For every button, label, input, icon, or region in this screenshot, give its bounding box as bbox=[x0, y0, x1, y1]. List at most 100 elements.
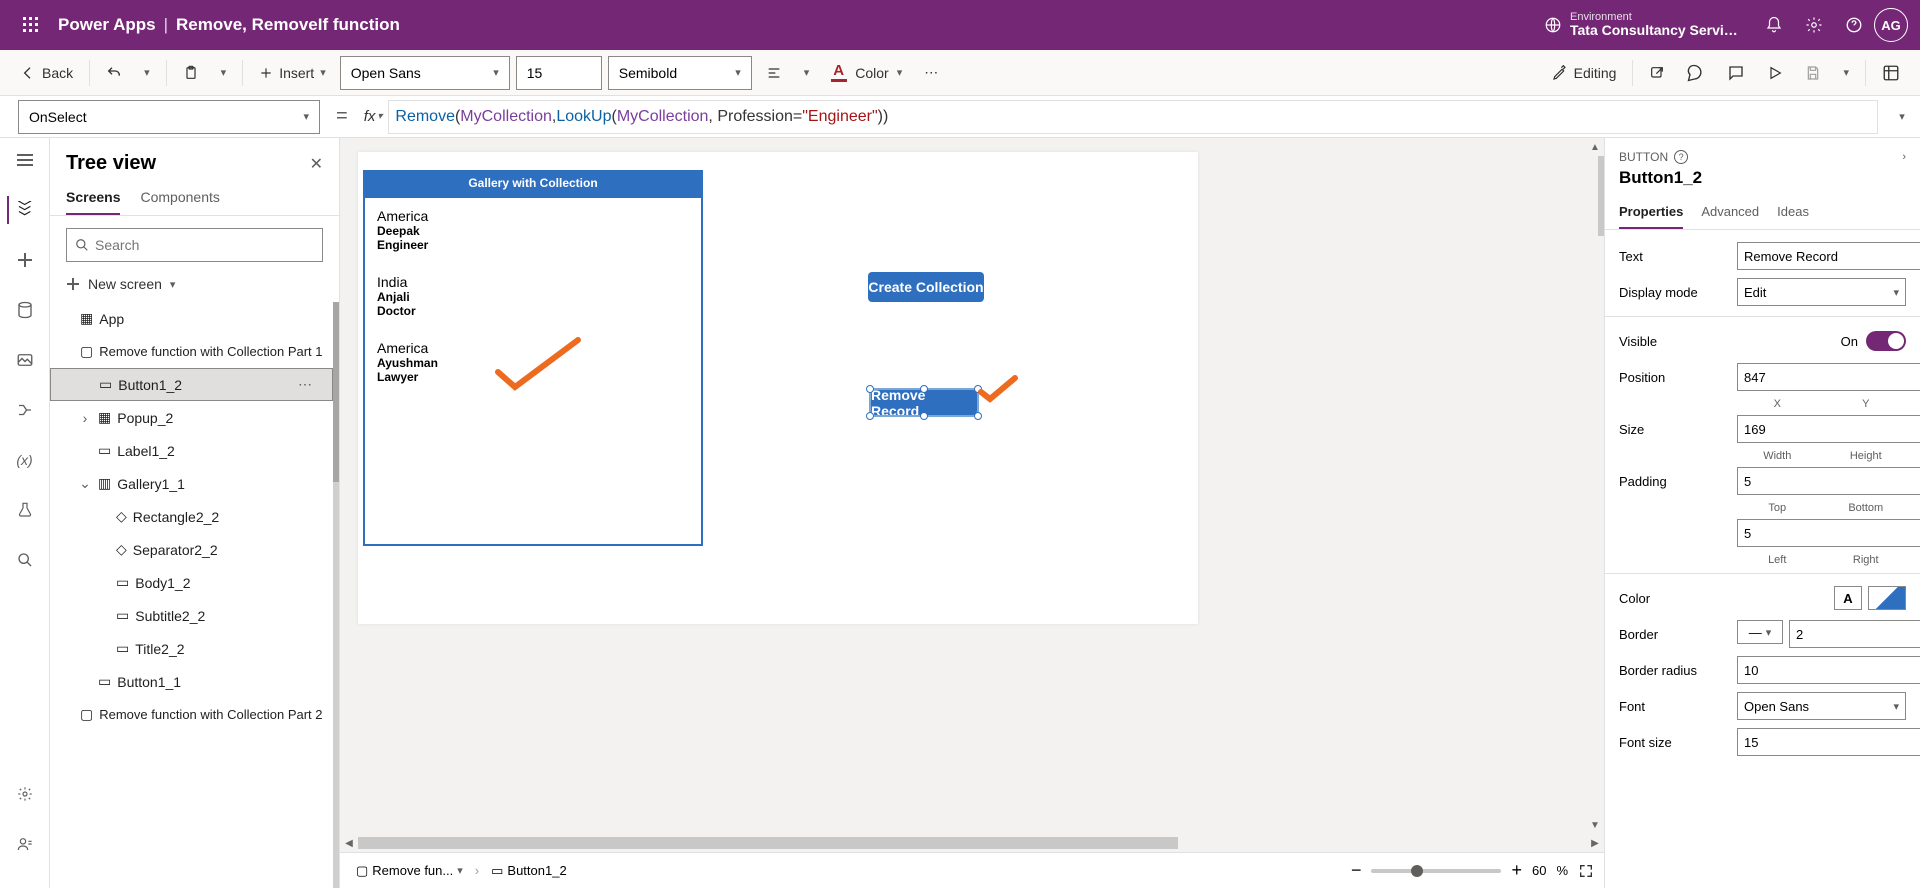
editing-mode-button[interactable]: Editing bbox=[1544, 56, 1625, 90]
align-dropdown[interactable]: ▾ bbox=[796, 56, 818, 90]
save-button[interactable] bbox=[1797, 56, 1829, 90]
rail-insert-icon[interactable] bbox=[7, 246, 43, 274]
tree-node-screen1[interactable]: ▢Remove function with Collection Part 1 bbox=[50, 335, 333, 368]
search-field[interactable] bbox=[95, 237, 314, 253]
tree-node-screen2[interactable]: ▢Remove function with Collection Part 2 bbox=[50, 698, 333, 731]
prop-pad-left-input[interactable] bbox=[1737, 519, 1920, 547]
rail-feedback-icon[interactable] bbox=[7, 830, 43, 858]
waffle-icon[interactable] bbox=[12, 6, 50, 44]
paste-button[interactable] bbox=[175, 56, 207, 90]
close-icon[interactable]: ✕ bbox=[310, 154, 323, 174]
rail-tree-icon[interactable] bbox=[7, 196, 43, 224]
tree-node-app[interactable]: ▦App bbox=[50, 302, 333, 335]
back-button[interactable]: Back bbox=[12, 56, 81, 90]
rail-settings-icon[interactable] bbox=[7, 780, 43, 808]
font-color-button[interactable]: A Color ▾ bbox=[823, 56, 910, 90]
breadcrumb-screen[interactable]: ▢ Remove fun... ▾ bbox=[350, 861, 469, 881]
app-name[interactable]: Power Apps bbox=[58, 15, 156, 35]
zoom-in-button[interactable]: + bbox=[1511, 860, 1522, 881]
canvas-hscrollbar[interactable]: ◀▶ bbox=[340, 834, 1604, 852]
zoom-slider[interactable] bbox=[1371, 869, 1501, 873]
tab-properties[interactable]: Properties bbox=[1619, 196, 1683, 229]
comments-button[interactable] bbox=[1719, 56, 1753, 90]
insert-button[interactable]: Insert ▾ bbox=[251, 56, 334, 90]
breadcrumb-control[interactable]: ▭ Button1_2 bbox=[485, 861, 573, 881]
prop-text-input[interactable] bbox=[1737, 242, 1920, 270]
fontweight-select[interactable]: Semibold▾ bbox=[608, 56, 752, 90]
align-button[interactable] bbox=[758, 56, 790, 90]
new-screen-button[interactable]: New screen ▾ bbox=[50, 270, 339, 302]
tree-node-sep22[interactable]: ◇Separator2_2 bbox=[50, 533, 333, 566]
fit-to-screen-icon[interactable] bbox=[1578, 863, 1594, 879]
rail-hamburger-icon[interactable] bbox=[7, 146, 43, 174]
expand-formula-button[interactable]: ▾ bbox=[1884, 110, 1920, 123]
tree-node-subtitle22[interactable]: ▭Subtitle2_2 bbox=[50, 599, 333, 632]
app-stage[interactable]: Gallery with Collection AmericaDeepakEng… bbox=[358, 152, 1198, 624]
prop-textcolor-button[interactable]: A bbox=[1834, 586, 1862, 610]
publish-dropdown[interactable]: ▾ bbox=[1835, 56, 1857, 90]
notifications-icon[interactable] bbox=[1754, 5, 1794, 45]
prop-borderstyle-select[interactable]: — ▾ bbox=[1737, 620, 1783, 644]
tree-node-body12[interactable]: ▭Body1_2 bbox=[50, 566, 333, 599]
create-collection-button[interactable]: Create Collection bbox=[868, 272, 984, 302]
tree-node-popup2[interactable]: ›▦Popup_2 bbox=[50, 401, 333, 434]
font-select[interactable]: Open Sans▾ bbox=[340, 56, 510, 90]
undo-dropdown[interactable]: ▾ bbox=[136, 56, 158, 90]
environment-picker[interactable]: Environment Tata Consultancy Servic... bbox=[1544, 11, 1740, 38]
rail-media-icon[interactable] bbox=[7, 346, 43, 374]
prop-radius-input[interactable] bbox=[1737, 656, 1920, 684]
avatar[interactable]: AG bbox=[1874, 8, 1908, 42]
fontsize-input[interactable]: 15 bbox=[516, 56, 602, 90]
app-actions-button[interactable] bbox=[1874, 56, 1908, 90]
formula-input[interactable]: Remove(MyCollection, LookUp(MyCollection… bbox=[388, 100, 1878, 134]
fx-button[interactable]: fx▾ bbox=[358, 108, 389, 125]
tab-components[interactable]: Components bbox=[140, 181, 219, 215]
property-select[interactable]: OnSelect ▾ bbox=[18, 100, 320, 134]
resize-handle[interactable] bbox=[866, 385, 874, 393]
rail-search-icon[interactable] bbox=[7, 546, 43, 574]
prop-pad-top-input[interactable] bbox=[1737, 467, 1920, 495]
help-icon[interactable]: ? bbox=[1674, 150, 1688, 164]
preview-button[interactable] bbox=[1759, 56, 1791, 90]
share-button[interactable] bbox=[1641, 56, 1673, 90]
prop-displaymode-select[interactable]: Edit▾ bbox=[1737, 278, 1906, 306]
node-more-icon[interactable]: ⋯ bbox=[298, 376, 322, 393]
help-icon[interactable] bbox=[1834, 5, 1874, 45]
rail-data-icon[interactable] bbox=[7, 296, 43, 324]
more-button[interactable]: ⋯ bbox=[916, 56, 946, 90]
prop-x-input[interactable] bbox=[1737, 363, 1920, 391]
resize-handle[interactable] bbox=[920, 385, 928, 393]
prop-fontsize-input[interactable] bbox=[1737, 728, 1920, 756]
tab-ideas[interactable]: Ideas bbox=[1777, 196, 1809, 229]
zoom-out-button[interactable]: − bbox=[1351, 860, 1362, 881]
remove-record-button[interactable]: Remove Record bbox=[871, 390, 977, 415]
search-input[interactable] bbox=[66, 228, 323, 262]
prop-width-input[interactable] bbox=[1737, 415, 1920, 443]
settings-icon[interactable] bbox=[1794, 5, 1834, 45]
tab-screens[interactable]: Screens bbox=[66, 181, 120, 215]
canvas-vscrollbar[interactable]: ▲▼ bbox=[1586, 138, 1604, 834]
expand-panel-icon[interactable]: › bbox=[1902, 151, 1906, 163]
rail-tests-icon[interactable] bbox=[7, 496, 43, 524]
paste-dropdown[interactable]: ▾ bbox=[213, 56, 235, 90]
resize-handle[interactable] bbox=[866, 412, 874, 420]
tab-advanced[interactable]: Advanced bbox=[1701, 196, 1759, 229]
tree-node-rect22[interactable]: ◇Rectangle2_2 bbox=[50, 500, 333, 533]
prop-borderwidth-input[interactable] bbox=[1789, 620, 1920, 648]
canvas-viewport[interactable]: Gallery with Collection AmericaDeepakEng… bbox=[340, 138, 1586, 834]
resize-handle[interactable] bbox=[974, 412, 982, 420]
tree-node-label12[interactable]: ▭Label1_2 bbox=[50, 434, 333, 467]
prop-fillcolor-button[interactable] bbox=[1868, 586, 1906, 610]
tree-node-title22[interactable]: ▭Title2_2 bbox=[50, 632, 333, 665]
resize-handle[interactable] bbox=[920, 412, 928, 420]
rail-flows-icon[interactable] bbox=[7, 396, 43, 424]
tree-node-button11[interactable]: ▭Button1_1 bbox=[50, 665, 333, 698]
rail-variables-icon[interactable]: (x) bbox=[7, 446, 43, 474]
undo-button[interactable] bbox=[98, 56, 130, 90]
prop-visible-toggle[interactable] bbox=[1866, 331, 1906, 351]
checker-button[interactable] bbox=[1679, 56, 1713, 90]
prop-font-select[interactable]: Open Sans▾ bbox=[1737, 692, 1906, 720]
tree-scrollbar[interactable] bbox=[333, 302, 339, 888]
tree-node-gallery11[interactable]: ⌄▥Gallery1_1 bbox=[50, 467, 333, 500]
tree-node-button12[interactable]: ▭Button1_2⋯ bbox=[50, 368, 333, 401]
